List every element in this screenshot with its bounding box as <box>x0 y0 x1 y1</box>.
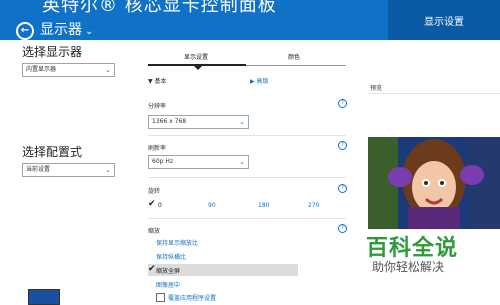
triangle-down-icon: ▼ <box>148 78 153 85</box>
display-settings-header-label: 显示设置 <box>424 16 464 28</box>
rotation-option-180[interactable]: 180 <box>258 202 269 209</box>
preview-image <box>368 137 500 229</box>
rotation-option-270[interactable]: 270 <box>308 202 319 209</box>
scaling-label: 缩放 <box>148 228 161 235</box>
tab-divider <box>246 65 346 66</box>
display-settings-header-button[interactable]: 显示设置 <box>388 0 500 40</box>
rotation-help-icon[interactable]: ? <box>338 184 347 193</box>
mode-basic[interactable]: ▼ 基本 <box>148 76 167 85</box>
chevron-down-icon: ⌄ <box>239 158 245 166</box>
settings-tabs: 显示设置 颜色 <box>148 52 346 70</box>
scaling-option-fullscreen: 缩放全屏 <box>156 268 181 275</box>
resolution-label: 分辨率 <box>148 103 167 110</box>
select-display-heading: 选择显示器 <box>22 45 83 59</box>
active-tab-caret <box>194 66 202 70</box>
display-select-value: 内置显示器 <box>26 66 57 73</box>
page-title: 显示器 <box>40 22 82 38</box>
rotation-label: 旋转 <box>148 188 161 195</box>
divider <box>148 135 346 136</box>
refresh-rate-select[interactable]: 60p Hz ⌄ <box>148 155 249 169</box>
chevron-down-icon: ⌄ <box>85 26 94 37</box>
override-app-settings-label: 覆盖应用程序设置 <box>168 295 217 302</box>
select-profile-heading: 选择配置式 <box>22 145 83 159</box>
app-title: 英特尔® 核芯显卡控制面板 <box>42 0 277 16</box>
tab-color[interactable]: 颜色 <box>288 52 300 61</box>
resolution-value: 1366 x 768 <box>152 118 187 125</box>
back-arrow-icon[interactable]: ← <box>16 22 34 40</box>
divider <box>148 177 346 178</box>
checkmark-icon: ✔ <box>148 264 156 274</box>
checkmark-icon: ✔ <box>148 199 156 209</box>
scaling-option-maintain-display[interactable]: 保持显示缩放比 <box>156 238 198 247</box>
resolution-select[interactable]: 1366 x 768 ⌄ <box>148 115 249 129</box>
override-app-settings-checkbox[interactable] <box>156 293 165 302</box>
tab-display-settings[interactable]: 显示设置 <box>184 52 208 61</box>
triangle-right-icon: ▶ <box>250 78 255 85</box>
watermark-subtitle: 助你轻松解决 <box>372 260 445 274</box>
refresh-rate-value: 60p Hz <box>152 158 174 165</box>
mode-advanced[interactable]: ▶ 高级 <box>250 76 269 85</box>
chevron-down-icon: ⌄ <box>105 66 111 74</box>
refresh-rate-help-icon[interactable]: ? <box>338 141 347 150</box>
rotation-option-0[interactable]: 0 <box>158 202 162 209</box>
rotation-options: ✔ 0 90 180 270 <box>148 199 346 214</box>
scaling-option-maintain-aspect[interactable]: 保持纵横比 <box>156 252 186 261</box>
profile-select-value: 当前设置 <box>26 166 51 173</box>
resolution-help-icon[interactable]: ? <box>338 99 347 108</box>
scaling-option-fullscreen-row[interactable]: ✔ 缩放全屏 <box>148 264 298 276</box>
scaling-help-icon[interactable]: ? <box>338 224 347 233</box>
scaling-option-center-image[interactable]: 图像居中 <box>156 280 180 289</box>
chevron-down-icon: ⌄ <box>239 118 245 126</box>
mode-basic-label: 基本 <box>154 78 167 85</box>
profile-select[interactable]: 当前设置 ⌄ <box>22 163 115 177</box>
divider <box>148 218 346 219</box>
page-title-dropdown[interactable]: 显示器 ⌄ <box>40 19 93 39</box>
mode-advanced-label: 高级 <box>256 78 269 85</box>
display-select[interactable]: 内置显示器 ⌄ <box>22 63 115 77</box>
chevron-down-icon: ⌄ <box>105 166 111 174</box>
refresh-rate-label: 刷新率 <box>148 145 167 152</box>
preview-photo <box>368 137 500 229</box>
preview-divider <box>368 93 500 94</box>
app-header: 英特尔® 核芯显卡控制面板 ← 显示器 ⌄ 显示设置 <box>0 0 500 40</box>
rotation-option-90[interactable]: 90 <box>208 202 216 209</box>
preview-label: 预览 <box>370 85 383 92</box>
